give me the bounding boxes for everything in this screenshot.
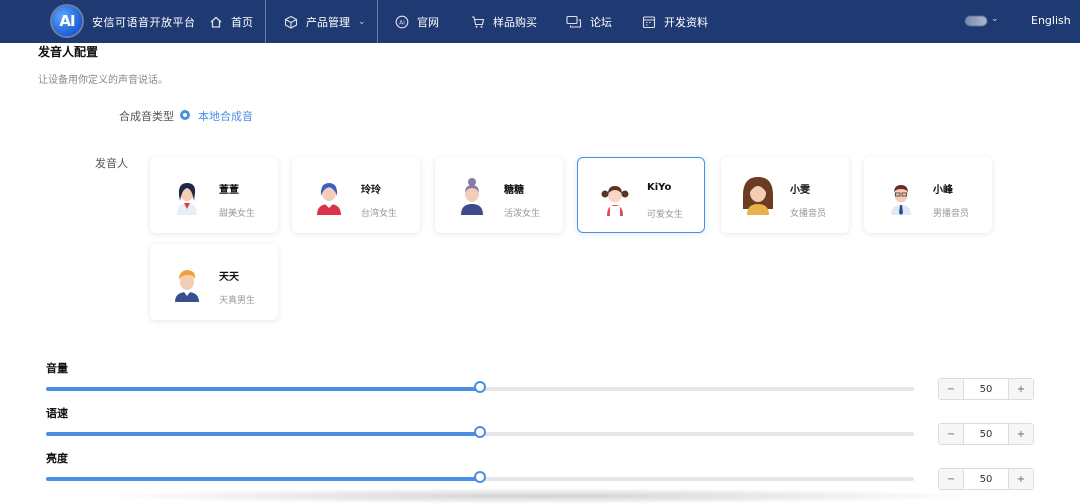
speaker-card-xiaofeng[interactable]: 小峰 男播音员: [864, 157, 992, 233]
speaker-card-tangtang[interactable]: 糖糖 活泼女生: [435, 157, 563, 233]
section-title: 发音人配置: [38, 45, 99, 59]
speed-slider-fill: [46, 432, 480, 436]
nav-item-forum[interactable]: 论坛: [566, 0, 612, 43]
brightness-slider-thumb[interactable]: [474, 471, 486, 483]
speaker-desc: 活泼女生: [504, 209, 541, 219]
speed-label: 语速: [46, 407, 68, 420]
synth-type-radio[interactable]: [180, 110, 190, 120]
chat-icon: [566, 15, 582, 29]
girl-dark-hair-icon: [177, 183, 197, 215]
speed-stepper: − 50 +: [938, 423, 1034, 445]
girl-pigtails-icon: [601, 186, 629, 216]
nav-item-dev-docs[interactable]: 开发资料: [642, 0, 708, 43]
nav-item-label: 首页: [231, 15, 253, 29]
speaker-desc: 女播音员: [790, 209, 827, 219]
speaker-card-kiyo[interactable]: KiYo 可爱女生: [577, 157, 705, 233]
brightness-value[interactable]: 50: [964, 469, 1008, 489]
speaker-card-xuanxuan[interactable]: 萱萱 甜美女生: [150, 157, 278, 233]
speed-increment-button[interactable]: +: [1008, 424, 1033, 444]
brand-name: 安信可语音开放平台: [92, 16, 196, 29]
speaker-name: 萱萱: [219, 185, 239, 196]
user-avatar[interactable]: [965, 16, 987, 26]
volume-slider-fill: [46, 387, 480, 391]
logo-icon[interactable]: AI: [52, 6, 82, 36]
speaker-label: 发音人: [95, 157, 128, 170]
speaker-name: KiYo: [647, 182, 672, 193]
brightness-stepper: − 50 +: [938, 468, 1034, 490]
ai-circle-icon: Ai: [395, 15, 409, 29]
nav-item-home[interactable]: 首页: [209, 0, 253, 43]
speed-decrement-button[interactable]: −: [939, 424, 964, 444]
speed-value[interactable]: 50: [964, 424, 1008, 444]
speaker-desc: 甜美女生: [219, 209, 256, 219]
nav-item-label: 官网: [417, 15, 439, 29]
man-glasses-icon: [891, 185, 911, 215]
boy-orange-hair-icon: [175, 270, 199, 302]
nav-divider: [377, 0, 378, 43]
volume-value[interactable]: 50: [964, 379, 1008, 399]
language-switch[interactable]: English: [1031, 14, 1071, 27]
top-nav-bar: AI 安信可语音开放平台 首页 产品管理 ⌄ Ai 官网 样品购买 论坛 开发资…: [0, 0, 1080, 43]
volume-increment-button[interactable]: +: [1008, 379, 1033, 399]
speaker-card-tiantian[interactable]: 天天 天真男生: [150, 244, 278, 320]
woman-brown-hair-icon: [743, 177, 773, 215]
speaker-name: 玲玲: [361, 185, 381, 196]
speaker-name: 小峰: [933, 185, 953, 196]
chevron-down-icon[interactable]: ⌄: [991, 14, 999, 24]
brightness-increment-button[interactable]: +: [1008, 469, 1033, 489]
section-description: 让设备用你定义的声音说话。: [38, 75, 168, 86]
speaker-card-lingling[interactable]: 玲玲 台湾女生: [292, 157, 420, 233]
box-icon: [284, 15, 298, 29]
volume-stepper: − 50 +: [938, 378, 1034, 400]
speaker-desc: 男播音员: [933, 209, 970, 219]
speaker-card-xiaowen[interactable]: 小雯 女播音员: [721, 157, 849, 233]
speaker-desc: 可爱女生: [647, 210, 684, 220]
home-icon: [209, 15, 223, 29]
volume-slider[interactable]: [46, 381, 914, 393]
girl-bun-icon: [461, 178, 483, 215]
synth-type-label: 合成音类型: [119, 110, 174, 123]
nav-divider: [265, 0, 266, 43]
volume-label: 音量: [46, 362, 68, 375]
volume-decrement-button[interactable]: −: [939, 379, 964, 399]
chevron-down-icon: ⌄: [358, 16, 366, 27]
cart-icon: [471, 15, 485, 29]
speed-slider-thumb[interactable]: [474, 426, 486, 438]
svg-text:Ai: Ai: [399, 19, 405, 26]
brightness-slider-fill: [46, 477, 480, 481]
girl-blue-hair-icon: [317, 183, 341, 215]
nav-item-label: 样品购买: [493, 15, 537, 29]
calendar-icon: [642, 15, 656, 29]
brightness-decrement-button[interactable]: −: [939, 469, 964, 489]
nav-item-label: 论坛: [590, 15, 612, 29]
speaker-name: 天天: [219, 272, 239, 283]
nav-item-product-management[interactable]: 产品管理 ⌄: [284, 0, 366, 43]
nav-item-label: 产品管理: [306, 15, 350, 29]
brightness-slider[interactable]: [46, 471, 914, 483]
nav-item-label: 开发资料: [664, 15, 708, 29]
speaker-name: 小雯: [790, 185, 810, 196]
speaker-desc: 天真男生: [219, 296, 256, 306]
speaker-name: 糖糖: [504, 185, 524, 196]
nav-item-official-site[interactable]: Ai 官网: [395, 0, 439, 43]
speed-slider[interactable]: [46, 426, 914, 438]
window-edge-shadow: [90, 488, 990, 504]
volume-slider-thumb[interactable]: [474, 381, 486, 393]
speaker-desc: 台湾女生: [361, 209, 398, 219]
synth-type-option[interactable]: 本地合成音: [198, 108, 253, 124]
brightness-label: 亮度: [46, 452, 68, 465]
nav-item-sample-purchase[interactable]: 样品购买: [471, 0, 537, 43]
